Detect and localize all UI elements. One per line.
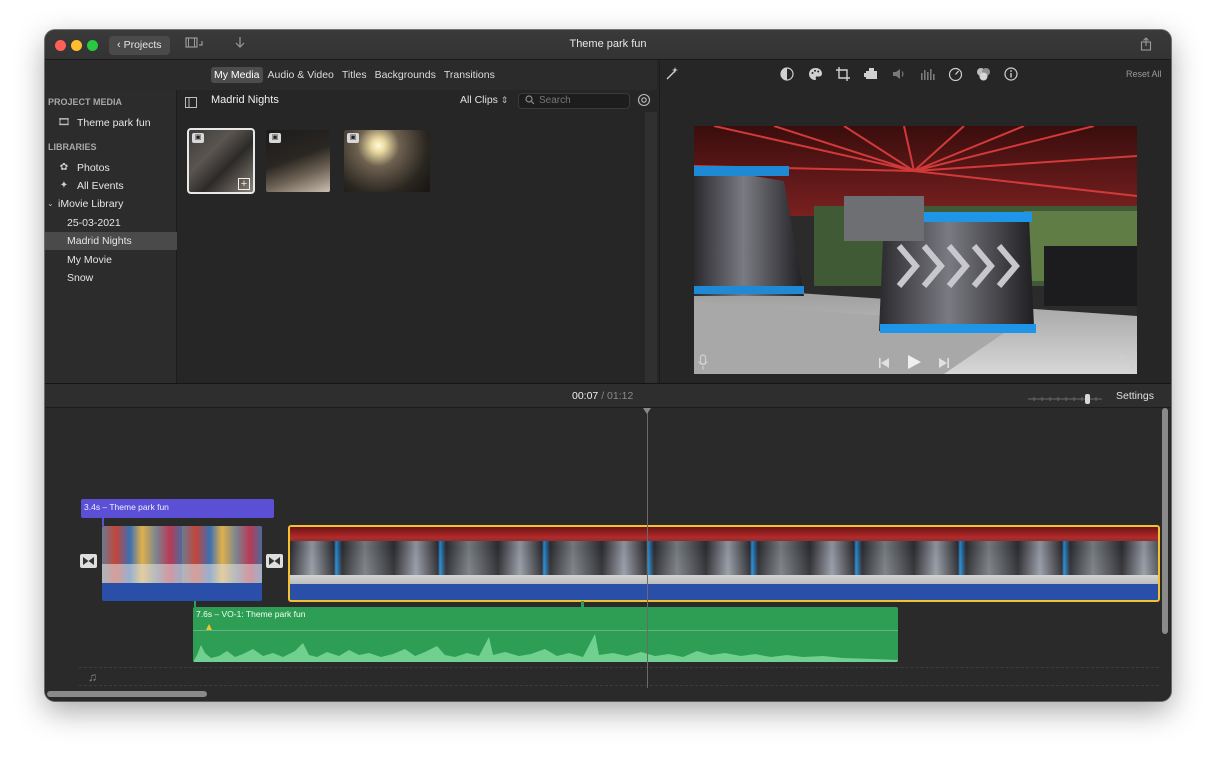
video-clip-1-ground — [102, 564, 262, 583]
media-tabs: My Media Audio & Video Titles Background… — [211, 67, 498, 83]
title-clip[interactable]: 3.4s – Theme park fun — [81, 499, 274, 518]
sidebar-item-label: Madrid Nights — [67, 235, 132, 247]
zoom-slider[interactable] — [1028, 391, 1102, 404]
transition-icon[interactable] — [266, 554, 283, 568]
audio-waveform — [193, 634, 898, 662]
magic-wand-icon[interactable] — [664, 66, 680, 87]
timecode: 00:07 / 01:12 — [572, 390, 633, 402]
flower-icon: ✿ — [59, 162, 69, 173]
music-note-icon: ♫ — [88, 670, 97, 684]
clips-filter-select[interactable]: All Clips ⇕ — [460, 94, 508, 106]
title-bar: ‹ Projects Theme park fun — [45, 30, 1171, 60]
sidebar-item-label: Snow — [67, 272, 94, 284]
star-icon: ✦ — [59, 180, 69, 191]
share-icon[interactable] — [1140, 37, 1152, 54]
sidebar-item-label: iMovie Library — [58, 198, 124, 210]
sidebar-item-label: Theme park fun — [77, 117, 151, 129]
playhead-handle[interactable] — [643, 408, 651, 414]
timeline-header: 00:07 / 01:12 Settings — [45, 383, 1171, 408]
search-placeholder: Search — [539, 95, 571, 106]
video-clip-1[interactable] — [102, 526, 262, 601]
skip-back-icon[interactable] — [878, 356, 890, 374]
camera-icon: ▣ — [269, 133, 281, 143]
equalizer-icon[interactable] — [919, 67, 935, 83]
settings-gear-icon[interactable] — [637, 93, 651, 112]
media-browser-toolbar: My Media Audio & Video Titles Background… — [45, 60, 657, 90]
time-separator: / — [601, 390, 605, 402]
audio-clip-label: 7.6s – VO-1: Theme park fun — [196, 609, 306, 619]
window-title: Theme park fun — [569, 38, 647, 50]
film-icon: 🎞 — [57, 117, 71, 128]
clip-thumbnail-1[interactable]: ▣ + — [187, 128, 255, 194]
color-balance-icon[interactable] — [779, 67, 795, 83]
info-icon[interactable] — [1003, 67, 1019, 83]
timeline-settings-button[interactable]: Settings — [1116, 390, 1154, 402]
tab-transitions[interactable]: Transitions — [441, 67, 498, 83]
clips-browser: ▣ + ▣ ▣ — [178, 112, 645, 383]
current-time: 00:07 — [572, 390, 599, 402]
voiceover-audio-clip[interactable]: 7.6s – VO-1: Theme park fun — [193, 607, 898, 662]
search-icon — [525, 94, 535, 111]
sidebar-item-all-events[interactable]: ✦ All Events — [45, 177, 177, 195]
sidebar-item-madrid-nights[interactable]: Madrid Nights — [45, 232, 177, 250]
browser-header: Madrid Nights All Clips ⇕ Search — [178, 90, 657, 112]
libraries-header: LIBRARIES — [48, 142, 97, 152]
speed-gauge-icon[interactable] — [947, 67, 963, 83]
sidebar-item-imovie-library[interactable]: ⌄ iMovie Library — [45, 195, 177, 213]
play-icon[interactable] — [907, 354, 922, 375]
timeline-horizontal-scrollbar[interactable] — [47, 691, 207, 697]
search-input[interactable]: Search — [518, 93, 630, 109]
add-clip-icon[interactable]: + — [238, 178, 250, 190]
transition-icon[interactable] — [80, 554, 97, 568]
project-media-header: PROJECT MEDIA — [48, 97, 123, 107]
browser-scrollbar[interactable] — [645, 112, 657, 383]
sidebar-item-snow[interactable]: Snow — [45, 269, 177, 287]
imovie-window: ‹ Projects Theme park fun My Media Audio… — [45, 30, 1171, 701]
crop-icon[interactable] — [835, 67, 851, 83]
volume-icon[interactable] — [891, 67, 907, 83]
video-preview[interactable] — [694, 126, 1137, 374]
sidebar-item-project[interactable]: 🎞 Theme park fun — [45, 114, 177, 132]
clip-thumbnail-3[interactable]: ▣ — [344, 130, 430, 192]
sidebar-item-label: Photos — [77, 162, 110, 174]
clips-filter-label: All Clips — [460, 94, 498, 106]
sidebar-toggle-icon[interactable] — [185, 95, 197, 113]
timeline[interactable]: 3.4s – Theme park fun 7.6s – VO-1: Theme… — [45, 408, 1171, 701]
sidebar-item-my-movie[interactable]: My Movie — [45, 251, 177, 269]
sidebar-item-event-25-03-2021[interactable]: 25-03-2021 — [45, 214, 177, 232]
tab-titles[interactable]: Titles — [339, 67, 370, 83]
tab-backgrounds[interactable]: Backgrounds — [372, 67, 439, 83]
event-title: Madrid Nights — [211, 94, 279, 106]
libraries-sidebar: PROJECT MEDIA 🎞 Theme park fun LIBRARIES… — [45, 90, 177, 383]
video-clip-2-frames — [290, 541, 1158, 575]
sidebar-item-photos[interactable]: ✿ Photos — [45, 159, 177, 177]
sidebar-item-label: All Events — [77, 180, 124, 192]
up-down-chevron-icon: ⇕ — [500, 95, 509, 105]
title-clip-label: 3.4s – Theme park fun — [84, 502, 169, 512]
camera-icon: ▣ — [347, 133, 359, 143]
voiceover-mic-icon[interactable] — [697, 354, 709, 376]
fullscreen-icon[interactable] — [1120, 355, 1134, 374]
skip-forward-icon[interactable] — [938, 356, 950, 374]
tab-my-media[interactable]: My Media — [211, 67, 263, 83]
video-clip-2[interactable] — [288, 525, 1160, 602]
sidebar-item-label: My Movie — [67, 254, 112, 266]
timeline-vertical-scrollbar[interactable] — [1162, 408, 1168, 634]
total-time: 01:12 — [607, 390, 634, 402]
disclosure-icon[interactable]: ⌄ — [47, 195, 54, 213]
clip-filter-icon[interactable] — [975, 67, 991, 83]
camera-icon: ▣ — [192, 133, 204, 143]
title-clip-connector — [102, 518, 104, 526]
music-track[interactable]: ♫ — [79, 667, 1159, 686]
color-palette-icon[interactable] — [807, 67, 823, 83]
tab-audio-video[interactable]: Audio & Video — [265, 67, 337, 83]
reset-all-button[interactable]: Reset All — [1126, 69, 1162, 79]
stabilization-camera-icon[interactable] — [863, 67, 879, 83]
warning-icon — [206, 624, 212, 630]
playhead[interactable] — [647, 408, 648, 688]
sidebar-item-label: 25-03-2021 — [67, 217, 121, 229]
clip-thumbnail-2[interactable]: ▣ — [266, 130, 330, 192]
